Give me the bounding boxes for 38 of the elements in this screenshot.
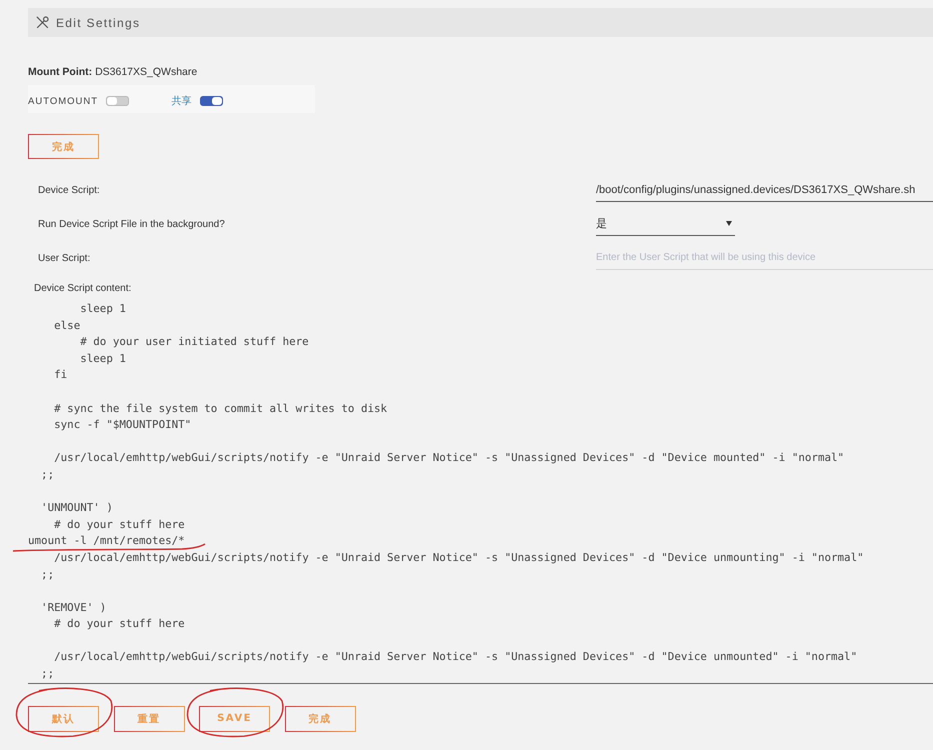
action-button[interactable]: 默认: [28, 706, 99, 732]
tools-icon: [36, 16, 49, 29]
header-title: Edit Settings: [56, 16, 140, 30]
toggle-switch[interactable]: [200, 96, 222, 106]
code-line: # do your user initiated stuff here: [80, 334, 309, 350]
action-button[interactable]: 重置: [114, 706, 184, 732]
setting-label: Run Device Script File in the background?: [37, 218, 225, 230]
code-line: /usr/local/emhttp/webGui/scripts/notify -e "Unraid Server Notice" -s "Unassigned Devices" -d "Device mounted" -i "normal": [54, 450, 844, 466]
script-content-label: Device Script content:: [34, 283, 132, 295]
code-line: 'UNMOUNT' ): [41, 500, 113, 516]
code-line: ;;: [41, 666, 54, 682]
user-script-field[interactable]: Enter the User Script that will be using this device: [596, 246, 933, 270]
code-line: umount -l /mnt/remotes/*: [28, 533, 185, 550]
code-line: # do your stuff here: [54, 516, 185, 533]
code-line: /usr/local/emhttp/webGui/scripts/notify -e "Unraid Server Notice" -s "Unassigned Devices" -d "Device unmounted" -i "normal": [54, 649, 858, 666]
code-line: ;;: [41, 466, 54, 483]
device-script-field[interactable]: /boot/config/plugins/unassigned.devices/DS3617XS_QWshare.sh: [596, 178, 933, 202]
code-line: else: [54, 318, 80, 334]
code-line: # do your stuff here: [54, 616, 185, 632]
setting-label: User Script:: [37, 252, 90, 264]
mount-point-text: Mount Point: DS3617XS_QWshare: [28, 65, 198, 79]
caret-icon: [726, 221, 732, 226]
action-button[interactable]: 完成: [284, 706, 356, 732]
code-line: sleep 1: [80, 301, 126, 317]
code-line: # sync the file system to commit all writes to disk: [54, 400, 388, 417]
code-line: 'REMOVE' ): [41, 600, 106, 616]
done-button[interactable]: 完成: [28, 134, 99, 159]
code-line: fi: [54, 367, 68, 384]
toggle-switch[interactable]: [106, 96, 130, 106]
code-line: sync -f "$MOUNTPOINT": [54, 417, 192, 434]
code-line: ;;: [41, 566, 54, 582]
code-line: sleep 1: [80, 350, 126, 367]
select-field[interactable]: 是: [596, 212, 735, 236]
code-line: /usr/local/emhttp/webGui/scripts/notify -e "Unraid Server Notice" -s "Unassigned Devices" -d "Device unmounting" -i "normal": [54, 550, 864, 566]
action-button[interactable]: SAVE: [199, 706, 270, 732]
toggle-label: 共享: [172, 94, 192, 108]
toggle-label: AUTOMOUNT: [28, 96, 98, 106]
setting-label: Device Script:: [37, 184, 100, 196]
